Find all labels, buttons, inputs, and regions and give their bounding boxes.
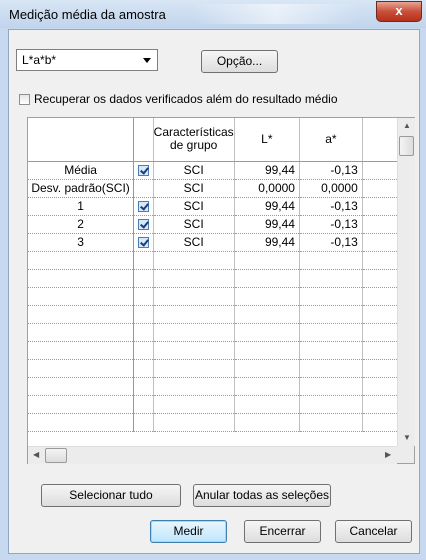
title-bar[interactable]: Medição média da amostra x [0,0,426,28]
dialog-window: Medição média da amostra x L*a*b* Opção.… [0,0,426,560]
table-row[interactable]: Média SCI 99,44 -0,13 [28,161,414,180]
l-cell: 99,44 [234,197,300,216]
clear-all-button[interactable]: Anular todas as seleções [193,484,331,507]
check-icon [137,165,149,177]
row-label: 3 [28,233,135,252]
empty-row [28,287,414,306]
table-header-row: Características de grupo L* a* [28,118,414,162]
a-cell: -0,13 [299,197,363,216]
horizontal-scroll-thumb[interactable] [45,448,67,463]
empty-row [28,305,414,324]
chevron-down-icon [143,58,151,63]
check-column-header [133,118,154,162]
empty-row [28,413,414,432]
cancel-button[interactable]: Cancelar [335,520,412,543]
row-checkbox[interactable] [133,215,154,234]
corner-cell [28,118,135,162]
row-label: 1 [28,197,135,216]
table-row[interactable]: 1 SCI 99,44 -0,13 [28,197,414,216]
group-cell: SCI [153,161,235,180]
a-cell: 0,0000 [299,179,363,198]
scroll-right-icon[interactable]: ▶ [385,450,391,459]
column-header-l[interactable]: L* [234,118,300,162]
horizontal-scrollbar[interactable]: ◀ ▶ [28,446,397,464]
empty-row [28,395,414,414]
row-checkbox[interactable] [133,233,154,252]
check-icon [137,201,149,213]
empty-row [28,359,414,378]
group-cell: SCI [153,197,235,216]
measurement-table: Características de grupo L* a* Média SCI… [27,117,415,464]
row-label: 2 [28,215,135,234]
l-cell: 99,44 [234,215,300,234]
color-space-selected: L*a*b* [22,53,57,67]
table-row[interactable]: 3 SCI 99,44 -0,13 [28,233,414,252]
recover-data-label: Recuperar os dados verificados além do r… [34,92,338,106]
a-cell: -0,13 [299,161,363,180]
a-cell: -0,13 [299,233,363,252]
scrollbar-corner [397,446,414,463]
row-checkbox[interactable] [133,197,154,216]
row-label: Desv. padrão(SCI) [28,179,135,198]
empty-row [28,251,414,270]
empty-row [28,377,414,396]
table-row[interactable]: Desv. padrão(SCI) SCI 0,0000 0,0000 ( [28,179,414,198]
scroll-up-icon[interactable]: ▲ [403,121,411,130]
close-button[interactable]: Encerrar [244,520,321,543]
select-all-button[interactable]: Selecionar tudo [41,484,181,507]
group-cell: SCI [153,179,235,198]
check-icon [137,219,149,231]
window-title: Medição média da amostra [9,7,166,22]
row-checkbox[interactable] [133,161,154,180]
option-button[interactable]: Opção... [201,50,278,73]
check-icon [137,237,149,249]
measure-button[interactable]: Medir [150,520,227,543]
l-cell: 99,44 [234,161,300,180]
table-row[interactable]: 2 SCI 99,44 -0,13 [28,215,414,234]
group-cell: SCI [153,215,235,234]
scroll-left-icon[interactable]: ◀ [33,450,39,459]
close-window-button[interactable]: x [376,1,422,22]
scroll-down-icon[interactable]: ▼ [403,433,411,442]
recover-data-checkbox[interactable] [19,94,30,105]
color-space-dropdown[interactable]: L*a*b* [16,49,158,71]
title-glass-reflection [190,4,360,24]
vertical-scrollbar[interactable]: ▲ ▼ [397,118,415,446]
empty-row [28,323,414,342]
column-header-a[interactable]: a* [299,118,363,162]
l-cell: 0,0000 [234,179,300,198]
vertical-scroll-thumb[interactable] [399,136,414,156]
l-cell: 99,44 [234,233,300,252]
row-label: Média [28,161,135,180]
a-cell: -0,13 [299,215,363,234]
row-checkbox-empty [133,179,154,198]
empty-row [28,269,414,288]
group-cell: SCI [153,233,235,252]
empty-row [28,341,414,360]
column-header-group[interactable]: Características de grupo [153,118,235,162]
